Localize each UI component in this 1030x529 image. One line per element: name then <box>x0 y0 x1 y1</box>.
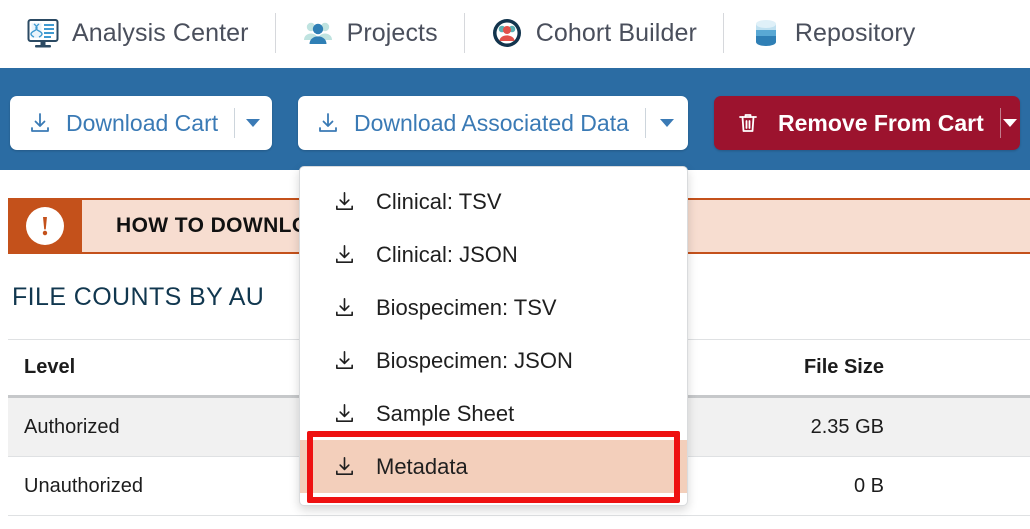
download-cart-button[interactable]: Download Cart <box>10 96 272 150</box>
repository-icon <box>749 16 783 50</box>
menu-item-label: Metadata <box>376 453 468 479</box>
download-icon <box>333 243 356 266</box>
nav-item-analysis-center[interactable]: Analysis Center <box>0 10 275 56</box>
download-cart-caret-button[interactable] <box>235 96 272 150</box>
nav-item-label: Analysis Center <box>72 18 249 47</box>
menu-item-clinical-tsv[interactable]: Clinical: TSV <box>300 175 687 228</box>
menu-item-metadata[interactable]: Metadata <box>300 440 687 493</box>
nav-item-label: Repository <box>794 18 916 47</box>
menu-item-label: Clinical: TSV <box>376 188 502 214</box>
download-associated-data-button[interactable]: Download Associated Data <box>298 96 688 150</box>
trash-icon <box>736 111 760 135</box>
cohort-builder-icon <box>490 16 524 50</box>
remove-from-cart-button-body[interactable]: Remove From Cart <box>714 96 1000 150</box>
nav-item-projects[interactable]: Projects <box>274 10 464 56</box>
remove-from-cart-caret-button[interactable] <box>1000 96 1020 150</box>
analysis-center-icon <box>26 16 60 50</box>
chevron-down-icon <box>1003 119 1018 127</box>
chevron-down-icon <box>246 119 261 127</box>
chevron-down-icon <box>659 119 674 127</box>
projects-icon <box>301 16 335 50</box>
menu-item-label: Sample Sheet <box>376 400 515 426</box>
download-icon <box>333 296 356 319</box>
alert-message: HOW TO DOWNLO <box>116 214 309 237</box>
download-icon <box>28 111 52 135</box>
nav-item-label: Cohort Builder <box>535 18 697 47</box>
remove-from-cart-label: Remove From Cart <box>778 109 984 136</box>
menu-item-clinical-json[interactable]: Clinical: JSON <box>300 228 687 281</box>
download-icon <box>333 402 356 425</box>
download-associated-data-menu: Clinical: TSV Clinical: JSON Biospecimen… <box>299 166 688 506</box>
page-title: FILE COUNTS BY AU <box>12 283 265 311</box>
download-cart-label: Download Cart <box>66 109 219 136</box>
download-associated-data-caret-button[interactable] <box>646 96 688 150</box>
download-icon <box>316 111 340 135</box>
exclamation-icon: ! <box>26 207 64 245</box>
download-icon <box>333 190 356 213</box>
menu-item-label: Clinical: JSON <box>376 241 518 267</box>
download-icon <box>333 349 356 372</box>
top-navigation: Analysis Center Projects Cohort Builder … <box>0 0 1030 66</box>
remove-from-cart-button[interactable]: Remove From Cart <box>714 96 1020 150</box>
nav-item-cohort-builder[interactable]: Cohort Builder <box>463 10 723 56</box>
nav-item-label: Projects <box>346 18 438 47</box>
menu-item-label: Biospecimen: TSV <box>376 294 557 320</box>
alert-icon-box: ! <box>8 200 82 252</box>
download-associated-data-label: Download Associated Data <box>354 109 629 136</box>
download-cart-button-body[interactable]: Download Cart <box>10 96 234 150</box>
menu-item-sample-sheet[interactable]: Sample Sheet <box>300 387 687 440</box>
menu-item-label: Biospecimen: JSON <box>376 347 573 373</box>
menu-item-biospecimen-json[interactable]: Biospecimen: JSON <box>300 334 687 387</box>
nav-item-repository[interactable]: Repository <box>722 10 942 56</box>
menu-item-biospecimen-tsv[interactable]: Biospecimen: TSV <box>300 281 687 334</box>
download-associated-data-button-body[interactable]: Download Associated Data <box>298 96 645 150</box>
download-icon <box>333 455 356 478</box>
